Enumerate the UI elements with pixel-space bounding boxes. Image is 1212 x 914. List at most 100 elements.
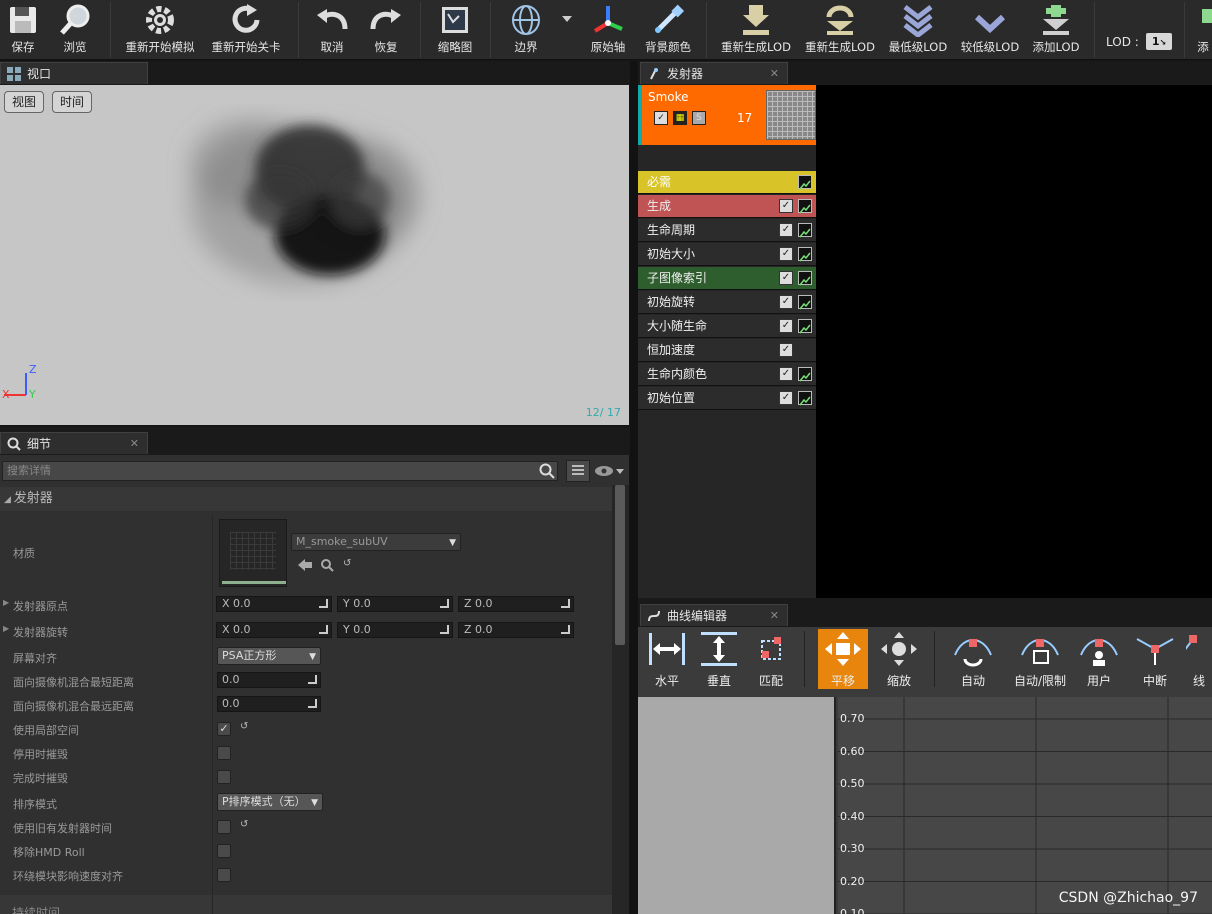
render-mode-icon[interactable]: ▦: [673, 111, 687, 125]
legacy-time-checkbox[interactable]: [217, 820, 231, 834]
reset-arrow-icon[interactable]: ↺: [240, 819, 248, 830]
material-thumbnail[interactable]: [219, 519, 287, 587]
regenerate-lod-button-1[interactable]: 重新生成LOD: [720, 0, 792, 60]
curve-toggle-icon[interactable]: [798, 319, 812, 334]
curve-toggle-icon[interactable]: [798, 295, 812, 310]
lowest-lod-button[interactable]: 最低级LOD: [888, 0, 948, 60]
thumbnail-button[interactable]: 缩略图: [434, 0, 476, 60]
redo-button[interactable]: 恢复: [366, 0, 406, 60]
curve-toggle-icon[interactable]: [798, 271, 812, 286]
module-item[interactable]: 初始旋转 ✓: [638, 291, 816, 314]
origin-z-field[interactable]: Z 0.0: [458, 596, 574, 612]
tab-details[interactable]: 细节 ✕: [0, 432, 148, 454]
use-selected-arrow-icon[interactable]: [298, 559, 312, 574]
kill-disabled-checkbox[interactable]: [217, 746, 231, 760]
fit-both-button[interactable]: 匹配: [746, 629, 796, 689]
reset-arrow-icon[interactable]: ↺: [343, 558, 351, 569]
break-tangent-button[interactable]: 中断: [1130, 629, 1180, 689]
restart-simulation-button[interactable]: 重新开始模拟: [124, 0, 196, 60]
undo-button[interactable]: 取消: [312, 0, 352, 60]
module-enable-checkbox[interactable]: ✓: [779, 223, 793, 237]
emitter-list-panel[interactable]: Smoke ✓ ▦ S 17 必需 生成 ✓ 生命周期 ✓ 初始大小 ✓ 子图像索引 ✓ 初始旋转…: [638, 85, 1212, 598]
browse-button[interactable]: 浏览: [56, 0, 94, 60]
module-enable-checkbox[interactable]: ✓: [779, 391, 793, 405]
visibility-filter-dropdown[interactable]: [594, 463, 626, 479]
close-icon[interactable]: ✕: [770, 67, 779, 80]
view-menu-button[interactable]: 视图: [4, 91, 45, 113]
zoom-mode-button[interactable]: 缩放: [874, 629, 924, 689]
auto-clamped-tangent-button[interactable]: 自动/限制: [1010, 629, 1070, 689]
tab-viewport[interactable]: 视口: [0, 62, 148, 84]
reset-arrow-icon[interactable]: ↺: [240, 721, 248, 732]
module-enable-checkbox[interactable]: ✓: [779, 343, 793, 357]
lower-lod-button[interactable]: 较低级LOD: [960, 0, 1020, 60]
module-item[interactable]: 必需: [638, 171, 816, 194]
save-button[interactable]: 保存: [4, 0, 42, 60]
tab-emitters[interactable]: 发射器 ✕: [640, 62, 788, 84]
emitter-category-header[interactable]: ◢ 发射器: [0, 487, 612, 511]
curve-toggle-icon[interactable]: [798, 223, 812, 238]
browse-magnifier-icon[interactable]: [320, 558, 334, 575]
user-tangent-button[interactable]: 用户: [1074, 629, 1124, 689]
details-scrollbar-thumb[interactable]: [615, 485, 625, 645]
details-search-input[interactable]: 搜索详情: [2, 461, 558, 481]
curve-toggle-icon[interactable]: [798, 199, 812, 214]
solo-toggle[interactable]: S: [692, 111, 706, 125]
property-matrix-button[interactable]: [566, 460, 590, 482]
module-enable-checkbox[interactable]: ✓: [779, 247, 793, 261]
screen-align-dropdown[interactable]: PSA正方形 ▼: [217, 647, 321, 665]
particle-viewport[interactable]: 视图 时间 Z Y X 12/ 17: [0, 85, 629, 425]
module-enable-checkbox[interactable]: ✓: [779, 199, 793, 213]
curve-toggle-icon[interactable]: [798, 247, 812, 262]
auto-tangent-button[interactable]: 自动: [948, 629, 998, 689]
rotation-x-field[interactable]: X 0.0: [216, 622, 332, 638]
cam-max-field[interactable]: 0.0: [217, 696, 321, 712]
remove-hmd-checkbox[interactable]: [217, 844, 231, 858]
module-enable-checkbox[interactable]: ✓: [779, 271, 793, 285]
bounds-dropdown[interactable]: [560, 0, 574, 60]
module-item[interactable]: 生命内颜色 ✓: [638, 363, 816, 386]
rotation-z-field[interactable]: Z 0.0: [458, 622, 574, 638]
time-menu-button[interactable]: 时间: [52, 91, 93, 113]
curve-track-list[interactable]: [638, 697, 836, 914]
module-item[interactable]: 生成 ✓: [638, 195, 816, 218]
tab-curve-editor[interactable]: 曲线编辑器 ✕: [640, 604, 788, 626]
pan-mode-button[interactable]: 平移: [818, 629, 868, 689]
bounds-button[interactable]: 边界: [506, 0, 546, 60]
module-enable-checkbox[interactable]: ✓: [779, 367, 793, 381]
origin-y-field[interactable]: Y 0.0: [337, 596, 453, 612]
expand-arrow-icon[interactable]: ▶: [3, 598, 9, 607]
restart-level-button[interactable]: 重新开始关卡: [210, 0, 282, 60]
origin-axis-button[interactable]: 原始轴: [588, 0, 628, 60]
curve-toggle-icon[interactable]: [798, 367, 812, 382]
curve-toggle-icon[interactable]: [798, 391, 812, 406]
fit-horizontal-button[interactable]: 水平: [642, 629, 692, 689]
module-item[interactable]: 初始位置 ✓: [638, 387, 816, 410]
module-item[interactable]: 恒加速度 ✓: [638, 339, 816, 362]
curve-toggle-icon[interactable]: [798, 175, 812, 190]
regenerate-lod-button-2[interactable]: 重新生成LOD: [804, 0, 876, 60]
duration-category-header[interactable]: 持续时间: [0, 895, 612, 914]
add-button-clipped[interactable]: 添: [1194, 0, 1212, 60]
add-lod-button[interactable]: 添加LOD: [1030, 0, 1082, 60]
origin-x-field[interactable]: X 0.0: [216, 596, 332, 612]
orbit-checkbox[interactable]: [217, 868, 231, 882]
kill-completed-checkbox[interactable]: [217, 770, 231, 784]
emitter-header[interactable]: Smoke ✓ ▦ S 17: [638, 85, 816, 145]
lod-spinner[interactable]: 1↘: [1146, 33, 1172, 50]
sort-mode-dropdown[interactable]: P排序模式（无） ▼: [217, 793, 323, 811]
linear-tangent-button[interactable]: 线: [1186, 629, 1212, 689]
module-item[interactable]: 子图像索引 ✓: [638, 267, 816, 290]
expand-arrow-icon[interactable]: ▶: [3, 624, 9, 633]
fit-vertical-button[interactable]: 垂直: [694, 629, 744, 689]
local-space-checkbox[interactable]: ✓: [217, 722, 231, 736]
cam-min-field[interactable]: 0.0: [217, 672, 321, 688]
module-item[interactable]: 大小随生命 ✓: [638, 315, 816, 338]
background-color-button[interactable]: 背景颜色: [642, 0, 694, 60]
module-item[interactable]: 生命周期 ✓: [638, 219, 816, 242]
rotation-y-field[interactable]: Y 0.0: [337, 622, 453, 638]
module-item[interactable]: 初始大小 ✓: [638, 243, 816, 266]
module-enable-checkbox[interactable]: ✓: [779, 319, 793, 333]
module-enable-checkbox[interactable]: ✓: [779, 295, 793, 309]
close-icon[interactable]: ✕: [130, 437, 139, 450]
